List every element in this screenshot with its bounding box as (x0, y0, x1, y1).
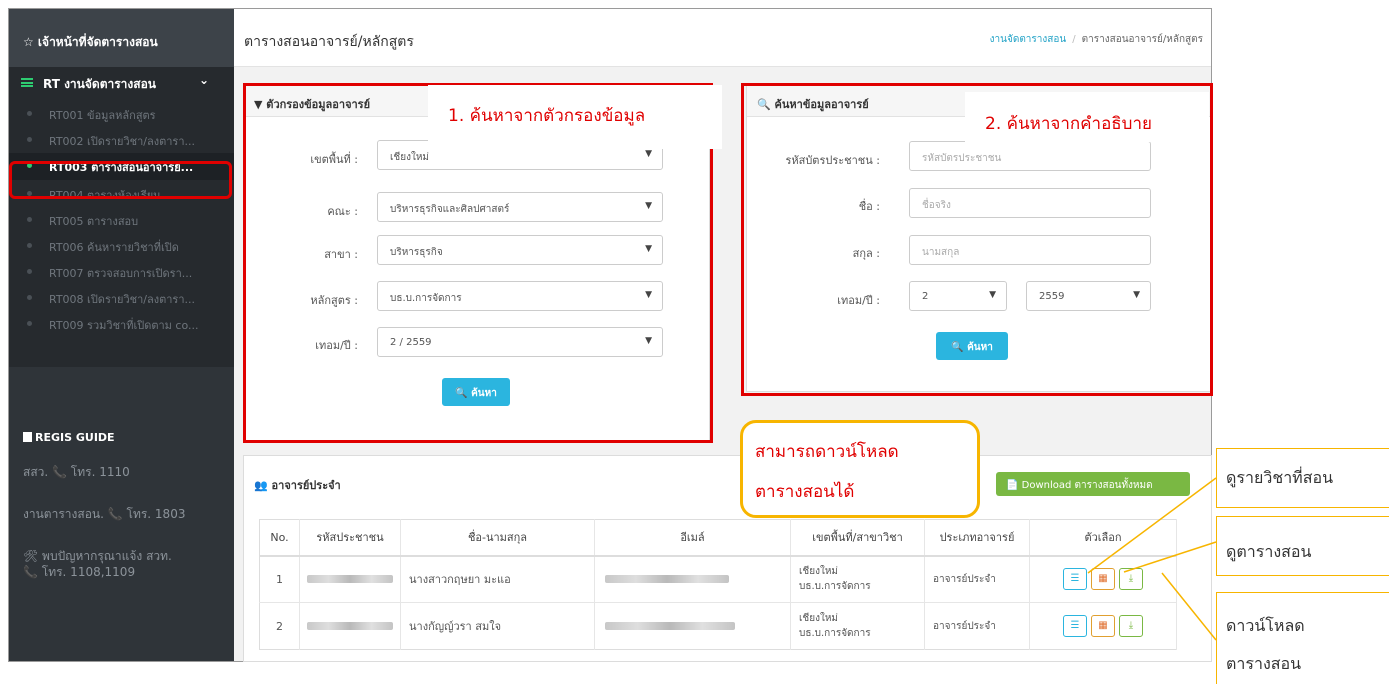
side-label-courses: ดูรายวิชาที่สอน (1226, 468, 1334, 487)
side-label-download-1: ดาวน์โหลด (1226, 616, 1305, 635)
connector-schedule (1123, 541, 1217, 573)
side-label-download-2: ตารางสอน (1226, 654, 1302, 673)
side-label-schedule: ดูตารางสอน (1226, 542, 1312, 561)
annotation-connectors (1087, 477, 1217, 641)
connector-courses (1087, 477, 1217, 574)
connector-download (1161, 572, 1217, 641)
